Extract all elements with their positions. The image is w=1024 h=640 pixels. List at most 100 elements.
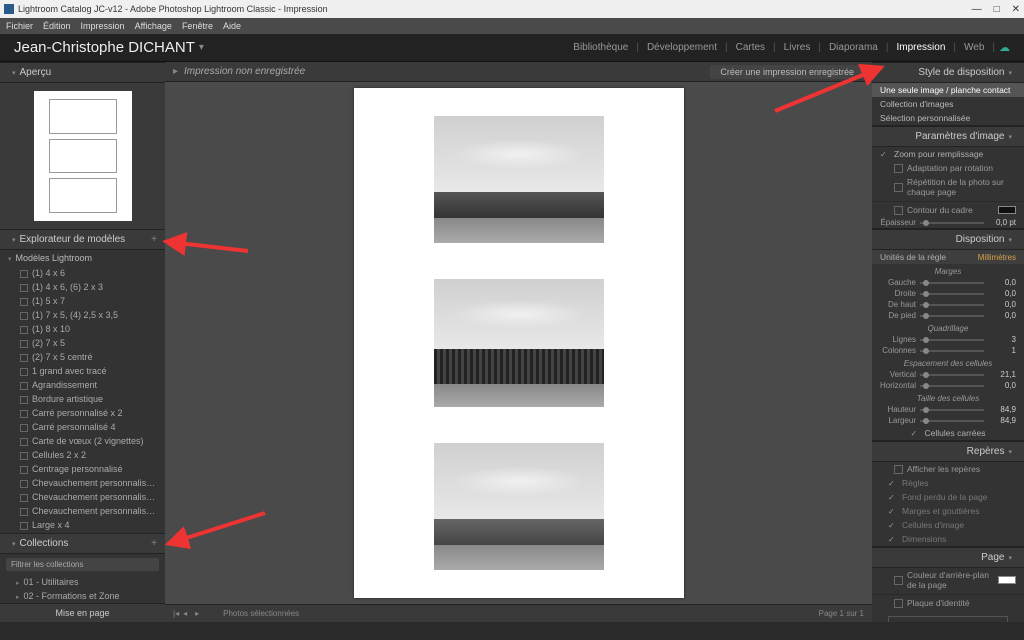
keep-square-checkbox[interactable]: Cellules carrées <box>872 426 1024 440</box>
next-page-icon[interactable]: ▸ <box>195 609 199 618</box>
template-item[interactable]: Carré personnalisé x 2 <box>0 406 165 420</box>
margins-label: Marges <box>872 264 1024 277</box>
guide-option[interactable]: Cellules d'image <box>880 518 1024 532</box>
spacing-slider[interactable] <box>920 374 984 376</box>
stroke-color-swatch[interactable] <box>998 206 1016 214</box>
template-item[interactable]: (1) 4 x 6, (6) 2 x 3 <box>0 280 165 294</box>
margin-slider[interactable] <box>920 293 984 295</box>
guides-header[interactable]: Repères▾ <box>872 441 1024 462</box>
template-item[interactable]: Carte de vœux (2 vignettes) <box>0 434 165 448</box>
layout-header[interactable]: Disposition▾ <box>872 229 1024 250</box>
template-item[interactable]: Centrage personnalisé <box>0 462 165 476</box>
cloud-sync-icon[interactable]: ☁ <box>999 41 1010 54</box>
maximize-icon[interactable]: □ <box>994 4 1000 15</box>
template-item[interactable]: Large x 4 <box>0 518 165 532</box>
cellsize-slider[interactable] <box>920 420 984 422</box>
guide-option[interactable]: Dimensions <box>880 532 1024 546</box>
show-guides-checkbox[interactable]: Afficher les repères <box>872 462 1024 476</box>
module-library[interactable]: Bibliothèque <box>569 42 632 53</box>
prev-page-icon[interactable]: ◂ <box>183 609 187 618</box>
layout-style-header[interactable]: Style de disposition▾ <box>872 62 1024 83</box>
page-panel-header[interactable]: Page▾ <box>872 547 1024 568</box>
menu-print[interactable]: Impression <box>81 21 125 31</box>
layout-style-custom[interactable]: Sélection personnalisée <box>872 111 1024 125</box>
use-selected-label[interactable]: Photos sélectionnées <box>223 609 299 618</box>
guide-option[interactable]: Fond perdu de la page <box>880 490 1024 504</box>
add-template-icon[interactable]: + <box>151 234 157 245</box>
identity-plate-preview[interactable]: Jean-Christophe DICHANT <box>888 616 1008 622</box>
identity-plate-checkbox[interactable]: Plaque d'identité <box>872 594 1024 610</box>
menu-edit[interactable]: Édition <box>43 21 71 31</box>
margin-slider[interactable] <box>920 282 984 284</box>
template-item[interactable]: (2) 7 x 5 centré <box>0 350 165 364</box>
template-item[interactable]: (1) 7 x 5, (4) 2,5 x 3,5 <box>0 308 165 322</box>
spacing-slider[interactable] <box>920 385 984 387</box>
template-item[interactable]: Carré personnalisé 4 <box>0 420 165 434</box>
template-item[interactable]: Bordure artistique <box>0 392 165 406</box>
toggle-info-icon[interactable]: ▸ <box>173 66 178 77</box>
create-saved-print-button[interactable]: Créer une impression enregistrée <box>710 65 864 79</box>
window-title: Lightroom Catalog JC-v12 - Adobe Photosh… <box>18 4 328 14</box>
margin-slider[interactable] <box>920 315 984 317</box>
add-collection-icon[interactable]: + <box>151 538 157 549</box>
rotate-to-fit-checkbox[interactable]: Adaptation par rotation <box>872 161 1024 175</box>
close-icon[interactable]: ✕ <box>1012 4 1020 15</box>
template-item[interactable]: (1) 4 x 6 <box>0 266 165 280</box>
page-setup-button[interactable]: Mise en page <box>0 603 165 622</box>
preview-header[interactable]: ▾Aperçu <box>0 62 165 83</box>
template-item[interactable]: 1 grand avec tracé <box>0 364 165 378</box>
print-job-title: Impression non enregistrée <box>184 66 305 77</box>
module-slideshow[interactable]: Diaporama <box>825 42 882 53</box>
ruler-units-dropdown[interactable]: Millimètres <box>978 253 1016 262</box>
first-page-icon[interactable]: |◂ <box>173 609 179 618</box>
template-item[interactable]: (1) 5 x 7 <box>0 294 165 308</box>
photo-cell[interactable] <box>434 279 604 406</box>
center-area: ▸ Impression non enregistrée Créer une i… <box>165 62 872 622</box>
module-develop[interactable]: Développement <box>643 42 721 53</box>
template-browser-header[interactable]: ▾Explorateur de modèles+ <box>0 229 165 250</box>
zoom-to-fill-checkbox[interactable]: Zoom pour remplissage <box>872 147 1024 161</box>
identity-dropdown-icon[interactable]: ▾ <box>199 42 204 53</box>
grid-slider[interactable] <box>920 350 984 352</box>
image-settings-header[interactable]: Paramètres d'image▾ <box>872 126 1024 147</box>
template-item[interactable]: Chevauchement personnalisé x 3 Paysage <box>0 504 165 518</box>
guide-option[interactable]: Règles <box>880 476 1024 490</box>
template-item[interactable]: (2) 7 x 5 <box>0 336 165 350</box>
layout-style-picture-package[interactable]: Collection d'images <box>872 97 1024 111</box>
template-item[interactable]: (1) 8 x 10 <box>0 322 165 336</box>
collections-header[interactable]: ▾Collections+ <box>0 533 165 554</box>
print-page <box>354 88 684 598</box>
filter-collections-input[interactable]: Filtrer les collections <box>6 558 159 571</box>
menu-help[interactable]: Aide <box>223 21 241 31</box>
menu-view[interactable]: Affichage <box>135 21 172 31</box>
template-group-lightroom[interactable]: Modèles Lightroom <box>0 250 165 266</box>
module-map[interactable]: Cartes <box>732 42 769 53</box>
photo-cell[interactable] <box>434 116 604 243</box>
module-web[interactable]: Web <box>960 42 988 53</box>
module-book[interactable]: Livres <box>780 42 815 53</box>
page-bg-color-swatch[interactable] <box>998 576 1016 584</box>
minimize-icon[interactable]: — <box>972 4 982 15</box>
grid-slider[interactable] <box>920 339 984 341</box>
cell-size-label: Taille des cellules <box>872 391 1024 404</box>
layout-style-single[interactable]: Une seule image / planche contact <box>872 83 1024 97</box>
collection-item[interactable]: 02 - Formations et Zone <box>0 589 165 603</box>
template-item[interactable]: Cellules 2 x 2 <box>0 448 165 462</box>
repeat-one-photo-checkbox[interactable]: Répétition de la photo sur chaque page <box>872 175 1024 199</box>
menu-file[interactable]: Fichier <box>6 21 33 31</box>
template-item[interactable]: Chevauchement personnalisé x 3 Contour <box>0 490 165 504</box>
stroke-border-checkbox[interactable]: Contour du cadre <box>872 201 1024 217</box>
guide-option[interactable]: Marges et gouttières <box>880 504 1024 518</box>
margin-slider[interactable] <box>920 304 984 306</box>
template-item[interactable]: Chevauchement personnalisé x 3 <box>0 476 165 490</box>
print-canvas[interactable] <box>165 82 872 604</box>
page-bg-color-checkbox[interactable]: Couleur d'arrière-plan de la page <box>872 568 1024 592</box>
template-item[interactable]: Agrandissement <box>0 378 165 392</box>
menu-window[interactable]: Fenêtre <box>182 21 213 31</box>
cellsize-slider[interactable] <box>920 409 984 411</box>
photo-cell[interactable] <box>434 443 604 570</box>
stroke-width-slider[interactable] <box>920 222 984 224</box>
identity-plate[interactable]: Jean-Christophe DICHANT <box>14 39 195 56</box>
collection-item[interactable]: 01 - Utilitaires <box>0 575 165 589</box>
module-print[interactable]: Impression <box>892 42 949 53</box>
